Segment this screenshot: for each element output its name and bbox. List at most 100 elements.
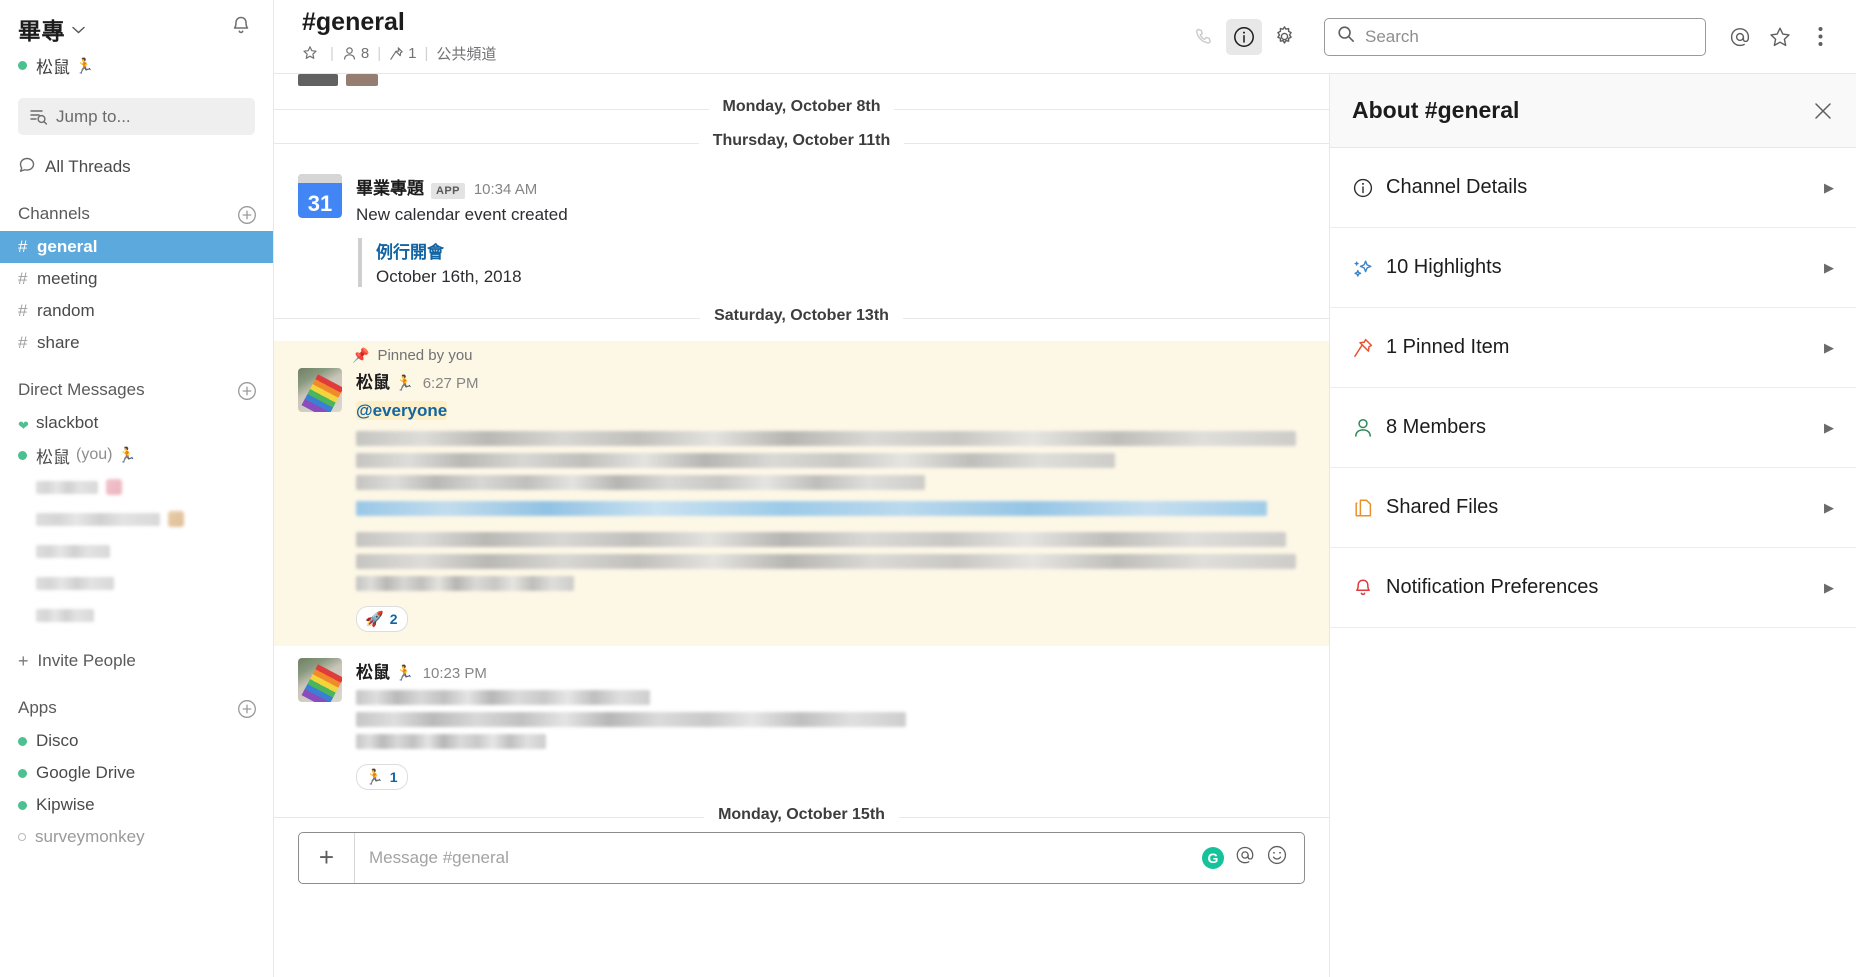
about-row-shared-files[interactable]: Shared Files ▶ [1330,468,1856,548]
redacted-emoji [168,511,184,527]
message-author[interactable]: 畢業專題 [356,174,424,199]
channel-label: general [37,237,98,256]
starred-items-icon[interactable] [1762,19,1798,55]
sidebar-item-channel-meeting[interactable]: # meeting [0,263,273,295]
redacted-name [36,480,98,494]
avatar[interactable] [298,657,342,702]
content-area: Monday, October 8th Thursday, October 11… [274,74,1856,977]
invite-people-label: Invite People [37,651,136,670]
message-composer[interactable]: + Message #general G [298,831,1305,884]
apps-section-header: Apps [0,691,273,725]
sidebar-item-app-surveymonkey[interactable]: surveymonkey [0,821,273,853]
attachment-date: October 16th, 2018 [376,266,522,286]
meta-divider: | [330,44,334,62]
team-header: 畢專 松鼠 🏃 [0,0,273,84]
dm-label: 松鼠 [36,447,70,467]
pinned-count[interactable]: 1 [389,45,417,62]
team-switcher[interactable]: 畢專 [18,12,255,46]
about-row-pinned-items[interactable]: 1 Pinned Item ▶ [1330,308,1856,388]
sidebar-item-channel-random[interactable]: # random [0,295,273,327]
sidebar-item-dm-redacted-4[interactable] [0,567,273,599]
message-text: @everyone [356,399,1305,424]
more-options-kebab-icon[interactable] [1802,19,1838,55]
attachment-title-link[interactable]: 例行開會 [376,238,1305,263]
channel-title-block: #general | 8 | 1 | 公共頻道 [302,9,1186,64]
jump-to-search[interactable]: Jump to... [18,98,255,135]
message-redacted-body [356,430,1305,591]
sidebar-item-app-kipwise[interactable]: Kipwise [0,789,273,821]
channel-info-icon[interactable] [1226,18,1262,55]
sidebar-item-dm-slackbot[interactable]: ❤ slackbot [0,407,273,439]
presence-dot-online [18,61,27,70]
about-row-channel-details[interactable]: Channel Details ▶ [1330,148,1856,228]
composer-emoji-icon[interactable] [1266,844,1288,871]
sidebar-item-dm-redacted-5[interactable] [0,599,273,631]
about-row-notification-preferences[interactable]: Notification Preferences ▶ [1330,548,1856,628]
message-timestamp[interactable]: 10:34 AM [474,181,537,198]
invite-people-button[interactable]: + Invite People [0,645,273,677]
notifications-bell-icon[interactable] [229,14,253,38]
add-app-icon[interactable] [237,699,256,718]
date-divider-oct-8: Monday, October 8th [274,98,1329,120]
date-divider-oct-11: Thursday, October 11th [274,132,1329,154]
close-icon[interactable] [1812,100,1834,122]
slack-app-window: 畢專 松鼠 🏃 Jump to... All Threads Channels … [0,0,1856,977]
reaction-runner[interactable]: 🏃 1 [356,763,409,790]
gear-icon[interactable] [1266,19,1302,55]
sidebar-item-all-threads[interactable]: All Threads [0,151,273,183]
chevron-right-icon: ▶ [1824,499,1834,515]
channel-label: share [37,333,80,352]
message-list[interactable]: Monday, October 8th Thursday, October 11… [274,74,1330,977]
call-icon[interactable] [1186,19,1222,55]
sidebar-item-app-google-drive[interactable]: Google Drive [0,757,273,789]
star-channel-icon[interactable] [302,45,322,61]
everyone-mention[interactable]: @everyone [356,400,448,420]
member-count-value: 8 [360,44,370,62]
member-count[interactable]: 8 [342,45,369,62]
message-calendar-app[interactable]: 31 畢業專題 APP 10:34 AM New calendar event … [274,166,1329,295]
reaction-rocket[interactable]: 🚀 2 [356,605,409,632]
add-channel-icon[interactable] [237,205,256,224]
jump-to-label: Jump to... [56,106,131,126]
avatar[interactable] [298,367,342,412]
person-icon [1352,417,1386,439]
sidebar-item-app-disco[interactable]: Disco [0,725,273,757]
about-row-label: Channel Details [1386,176,1528,198]
sidebar-item-channel-general[interactable]: # general [0,231,273,263]
pin-icon [1352,337,1386,359]
sidebar-item-dm-redacted-3[interactable] [0,535,273,567]
meta-divider: | [424,44,429,62]
app-badge: APP [431,183,465,199]
message-input[interactable]: Message #general [355,833,1202,883]
message-timestamp[interactable]: 6:27 PM [423,375,479,392]
channel-meta: | 8 | 1 | 公共頻道 [302,43,1186,64]
author-status-emoji: 🏃 [395,664,414,682]
add-attachment-icon[interactable]: + [299,832,355,883]
mentions-icon[interactable] [1722,19,1758,55]
new-dm-icon[interactable] [237,381,256,400]
about-row-label: 10 Highlights [1386,256,1502,278]
topbar-actions: Search [1186,17,1838,56]
grammarly-icon[interactable]: G [1202,846,1224,869]
sidebar-item-dm-self[interactable]: 松鼠 (you) 🏃 [0,439,273,471]
sidebar-item-dm-redacted-1[interactable] [0,471,273,503]
author-status-emoji: 🏃 [395,374,414,392]
sidebar-item-dm-redacted-2[interactable] [0,503,273,535]
message-author[interactable]: 松鼠 [356,368,390,393]
search-input[interactable]: Search [1324,17,1706,56]
calendar-day-number: 31 [307,191,333,216]
message-second[interactable]: 松鼠 🏃 10:23 PM 🏃 1 [274,646,1329,794]
message-timestamp[interactable]: 10:23 PM [423,665,487,682]
main-area: #general | 8 | 1 | 公共頻道 Search Monday, O… [274,0,1856,977]
about-row-members[interactable]: 8 Members ▶ [1330,388,1856,468]
about-row-highlights[interactable]: 10 Highlights ▶ [1330,228,1856,308]
composer-mention-icon[interactable] [1234,844,1256,871]
presence-dot-online [18,450,27,460]
user-presence[interactable]: 松鼠 🏃 [18,53,255,78]
message-author[interactable]: 松鼠 [356,658,390,683]
sidebar-item-channel-share[interactable]: # share [0,327,273,359]
pinned-message-container[interactable]: 📌 Pinned by you 松鼠 🏃 6:27 PM @everyone 🚀… [274,340,1329,646]
composer-actions: G [1202,833,1304,883]
message-pinned[interactable]: 松鼠 🏃 6:27 PM @everyone 🚀 2 [274,366,1329,636]
info-icon [1352,177,1386,199]
